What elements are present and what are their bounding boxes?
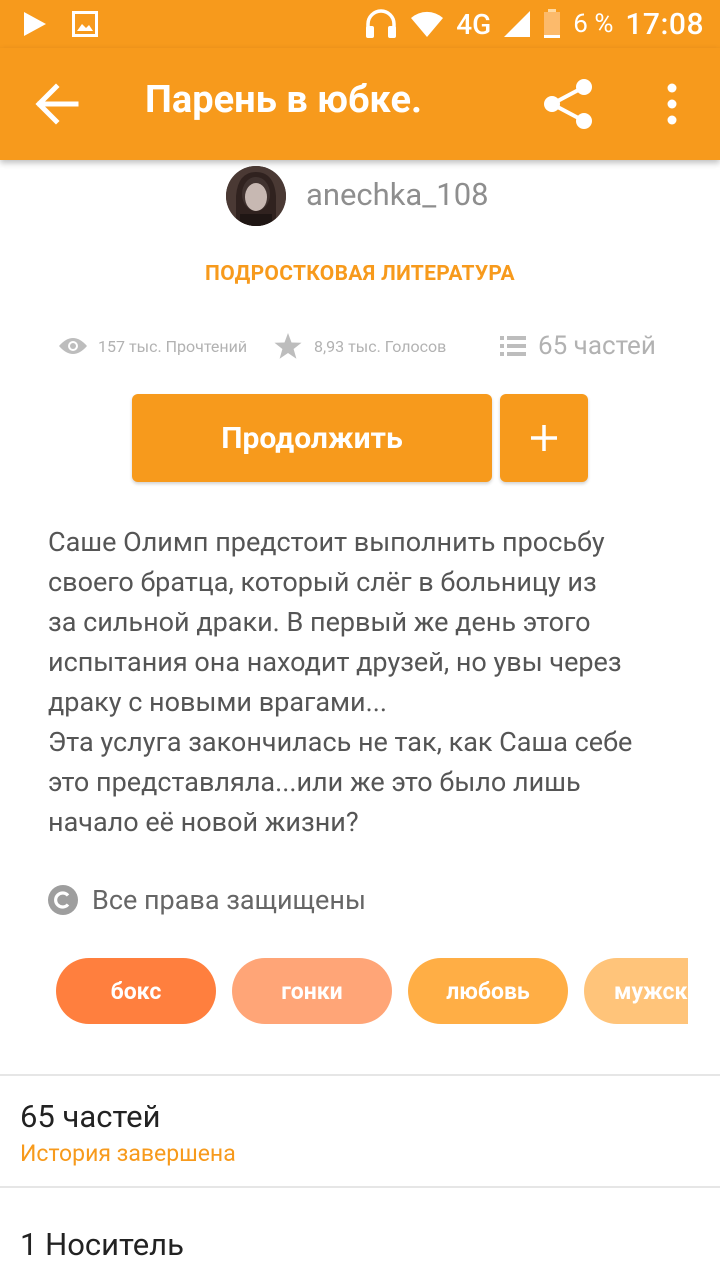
- category-link[interactable]: ПОДРОСТКОВАЯ ЛИТЕРАТУРА: [0, 262, 720, 286]
- list-icon: [500, 336, 526, 356]
- story-stats: 157 тыс. Прочтений 8,93 тыс. Голосов 65 …: [58, 326, 698, 366]
- parts-section-title[interactable]: 65 частей: [20, 1098, 161, 1135]
- tag-chip[interactable]: гонки: [232, 958, 392, 1024]
- author-name[interactable]: anechka_108: [306, 176, 489, 213]
- copyright-icon: [48, 885, 78, 915]
- copyright-text: Все права защищены: [92, 884, 366, 916]
- divider: [0, 1074, 720, 1076]
- parts-stat: 65 частей: [500, 326, 656, 366]
- divider: [0, 1186, 720, 1188]
- tag-chip[interactable]: бокс: [56, 958, 216, 1024]
- image-icon: [72, 11, 98, 37]
- clock: 17:08: [625, 6, 704, 42]
- signal-icon: [504, 11, 531, 37]
- wifi-icon: [411, 11, 444, 38]
- media-section-title[interactable]: 1 Носитель: [20, 1226, 184, 1263]
- parts-count: 65 частей: [538, 331, 656, 361]
- story-status: История завершена: [20, 1140, 236, 1167]
- copyright-row: Все права защищены: [48, 880, 366, 920]
- status-bar: 4G 6 % 17:08: [0, 0, 720, 48]
- author-row[interactable]: anechka_108: [0, 164, 720, 228]
- reads-stat: 157 тыс. Прочтений: [58, 326, 247, 366]
- story-description: Саше Олимп предстоит выполнить просьбу с…: [48, 522, 678, 842]
- more-vert-icon[interactable]: [656, 82, 688, 126]
- description-line: Эта услуга закончилась не так, как Саша …: [48, 726, 633, 758]
- description-line: Саше Олимп предстоит выполнить просьбу: [48, 526, 605, 558]
- description-line: драку с новыми врагами...: [48, 686, 387, 718]
- battery-icon: [544, 9, 561, 38]
- battery-percent: 6 %: [573, 9, 614, 39]
- add-to-library-button[interactable]: [500, 394, 588, 482]
- tag-chip[interactable]: мужск: [584, 958, 688, 1024]
- description-line: начало её новой жизни?: [48, 806, 359, 838]
- play-icon: [24, 12, 46, 36]
- description-line: испытания она находит друзей, но увы чер…: [48, 646, 622, 678]
- avatar[interactable]: [226, 166, 286, 226]
- votes-count: 8,93 тыс. Голосов: [314, 336, 447, 356]
- star-icon: [274, 333, 302, 359]
- reads-count: 157 тыс. Прочтений: [98, 336, 248, 356]
- continue-reading-button[interactable]: Продолжить: [132, 394, 492, 482]
- share-icon[interactable]: [540, 78, 596, 130]
- network-type: 4G: [456, 7, 492, 41]
- headset-icon: [366, 9, 397, 38]
- eye-icon: [59, 338, 87, 354]
- description-line: за сильной драки. В первый же день этого: [48, 606, 591, 638]
- description-line: это представляла...или же это было лишь: [48, 766, 581, 798]
- story-title: Парень в юбке.: [145, 78, 422, 122]
- tag-list: бокс гонки любовь мужск: [56, 958, 688, 1024]
- tag-chip[interactable]: любовь: [408, 958, 568, 1024]
- app-toolbar: Парень в юбке.: [0, 48, 720, 160]
- plus-icon: [531, 425, 557, 451]
- back-arrow-icon[interactable]: [30, 80, 82, 128]
- votes-stat: 8,93 тыс. Голосов: [274, 326, 446, 366]
- description-line: своего братца, который слёг в больницу и…: [48, 566, 597, 598]
